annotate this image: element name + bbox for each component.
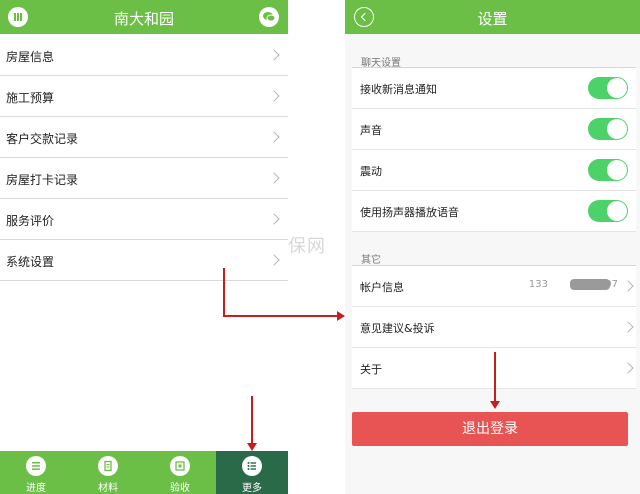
chat-icon[interactable]: [259, 7, 279, 27]
sound-toggle[interactable]: [588, 118, 628, 140]
chevron-right-icon: [268, 254, 280, 266]
menu-item-checkin[interactable]: 房屋打卡记录: [0, 158, 288, 199]
annotation-arrow-line: [494, 352, 496, 402]
setting-label: 震动: [360, 165, 382, 178]
chevron-right-icon: [622, 321, 634, 333]
setting-label: 声音: [360, 124, 382, 137]
chevron-right-icon: [268, 131, 280, 143]
chevron-right-icon: [268, 213, 280, 225]
setting-label: 接收新消息通知: [360, 83, 437, 96]
setting-account-info[interactable]: 帐户信息 133 107: [352, 266, 636, 307]
tab-progress[interactable]: 进度: [0, 451, 72, 494]
tab-materials[interactable]: 材料: [72, 451, 144, 494]
setting-feedback[interactable]: 意见建议&投诉: [352, 307, 636, 348]
setting-vibrate: 震动: [352, 150, 636, 191]
list-icon: [242, 456, 262, 476]
inspection-icon: [170, 456, 190, 476]
annotation-arrow-line: [223, 315, 338, 317]
page-title: 设置: [477, 10, 508, 28]
toggle-knob: [607, 160, 627, 180]
screenshot-root: 南大和园 房屋信息 施工预算 客户交款记录 房屋打卡记录 服务评价 系统设置 进…: [0, 0, 640, 494]
menu-item-house-info[interactable]: 房屋信息: [0, 35, 288, 76]
watermark: 保网: [288, 236, 326, 257]
vibrate-toggle[interactable]: [588, 159, 628, 181]
setting-label: 意见建议&投诉: [360, 322, 435, 335]
tab-label: 验收: [170, 483, 190, 494]
tab-label: 更多: [242, 483, 262, 494]
menu-item-label: 房屋打卡记录: [6, 173, 79, 187]
annotation-arrow-line: [251, 396, 253, 444]
tab-label: 进度: [26, 483, 46, 494]
setting-label: 使用扬声器播放语音: [360, 206, 459, 219]
top-bar: 设置: [345, 0, 640, 34]
bottom-tab-bar: 进度 材料 验收 更多: [0, 451, 288, 494]
menu-item-label: 客户交款记录: [6, 132, 79, 146]
menu-item-payments[interactable]: 客户交款记录: [0, 117, 288, 158]
menu-item-system-settings[interactable]: 系统设置: [0, 240, 288, 281]
setting-label: 帐户信息: [360, 281, 404, 294]
menu-item-label: 系统设置: [6, 255, 55, 269]
chevron-right-icon: [268, 49, 280, 61]
top-bar: 南大和园: [0, 0, 288, 34]
speaker-toggle[interactable]: [588, 200, 628, 222]
menu-item-rating[interactable]: 服务评价: [0, 199, 288, 240]
annotation-arrow-line: [223, 268, 225, 316]
tab-more[interactable]: 更多: [216, 451, 288, 494]
toggle-knob: [607, 78, 627, 98]
annotation-arrowhead-down: [247, 443, 257, 451]
section-title-other: 其它: [361, 255, 381, 266]
annotation-arrowhead-down: [490, 401, 500, 409]
menu-item-label: 服务评价: [6, 214, 55, 228]
chevron-right-icon: [622, 280, 634, 292]
menu-item-label: 施工预算: [6, 91, 55, 105]
home-more-screen: 南大和园 房屋信息 施工预算 客户交款记录 房屋打卡记录 服务评价 系统设置 进…: [0, 0, 288, 494]
annotation-arrowhead-right: [337, 311, 345, 321]
logout-button[interactable]: 退出登录: [352, 412, 628, 446]
chevron-right-icon: [268, 90, 280, 102]
setting-speaker: 使用扬声器播放语音: [352, 191, 636, 232]
progress-icon: [26, 456, 46, 476]
setting-sound: 声音: [352, 109, 636, 150]
phone-prefix: 133: [528, 279, 548, 290]
chevron-right-icon: [622, 362, 634, 374]
phone-suffix: 107: [598, 279, 618, 290]
tab-inspection[interactable]: 验收: [144, 451, 216, 494]
menu-item-budget[interactable]: 施工预算: [0, 76, 288, 117]
page-title: 南大和园: [113, 10, 174, 28]
toggle-knob: [607, 119, 627, 139]
document-icon: [98, 456, 118, 476]
menu-item-label: 房屋信息: [6, 50, 55, 64]
notify-toggle[interactable]: [588, 77, 628, 99]
setting-new-message-notify: 接收新消息通知: [352, 68, 636, 109]
chevron-right-icon: [268, 172, 280, 184]
settings-screen: 设置 聊天设置 接收新消息通知 声音 震动 使用扬声器播放语音 其它 帐户信息 …: [345, 0, 640, 494]
toggle-knob: [607, 201, 627, 221]
tab-label: 材料: [98, 483, 118, 494]
setting-label: 关于: [360, 363, 382, 376]
